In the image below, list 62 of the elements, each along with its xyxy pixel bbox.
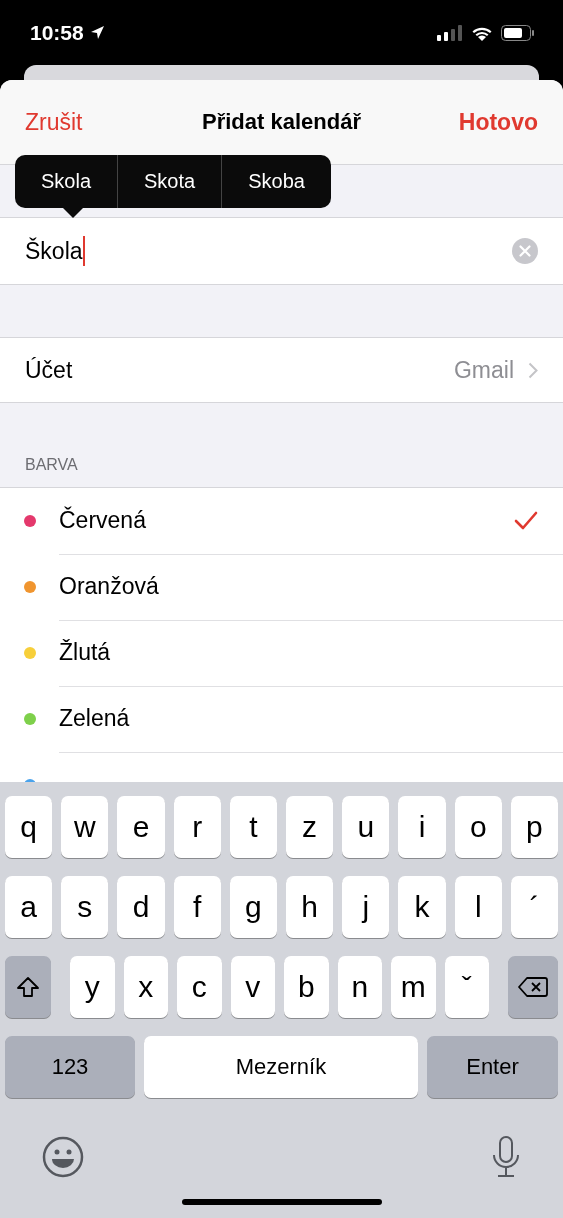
key[interactable]: m bbox=[391, 956, 436, 1018]
key[interactable]: o bbox=[454, 796, 502, 858]
key[interactable]: z bbox=[286, 796, 334, 858]
chevron-icon bbox=[528, 361, 538, 379]
status-time: 10:58 bbox=[30, 20, 84, 45]
signal-icon bbox=[437, 24, 463, 41]
shift-icon bbox=[16, 976, 40, 998]
key[interactable]: ˇ bbox=[444, 956, 489, 1018]
account-value: Gmail bbox=[453, 356, 514, 384]
account-label: Účet bbox=[25, 356, 73, 384]
key[interactable]: p bbox=[510, 796, 559, 858]
done-button[interactable]: Hotovo bbox=[458, 108, 538, 136]
shift-key[interactable] bbox=[5, 956, 51, 1018]
key[interactable]: y bbox=[70, 956, 115, 1018]
location-icon bbox=[89, 25, 105, 40]
key[interactable]: h bbox=[286, 876, 334, 938]
key[interactable]: d bbox=[117, 876, 165, 938]
key[interactable]: x bbox=[123, 956, 168, 1018]
color-row[interactable]: Zelená bbox=[0, 686, 563, 752]
key[interactable]: a bbox=[5, 876, 53, 938]
key[interactable]: f bbox=[173, 876, 221, 938]
key[interactable]: l bbox=[454, 876, 502, 938]
key[interactable]: e bbox=[117, 796, 165, 858]
key[interactable]: i bbox=[398, 796, 446, 858]
numbers-key[interactable]: 123 bbox=[5, 1036, 135, 1098]
section-header: BARVA bbox=[25, 456, 78, 474]
key[interactable]: b bbox=[284, 956, 329, 1018]
suggestion[interactable]: Skoba bbox=[221, 155, 331, 208]
key[interactable]: v bbox=[230, 956, 275, 1018]
color-name[interactable]: Červená bbox=[59, 507, 146, 534]
key[interactable]: u bbox=[342, 796, 390, 858]
key[interactable]: w bbox=[61, 796, 109, 858]
battery-icon bbox=[501, 24, 535, 41]
space-key[interactable]: Mezerník bbox=[144, 1036, 418, 1098]
key[interactable]: n bbox=[337, 956, 382, 1018]
field-value: Škola bbox=[25, 237, 83, 265]
key[interactable]: k bbox=[398, 876, 446, 938]
microphone-icon bbox=[491, 1136, 521, 1178]
color-name[interactable]: Oranžová bbox=[59, 573, 159, 600]
text-cursor bbox=[82, 236, 85, 266]
key[interactable]: t bbox=[229, 796, 277, 858]
cancel-button[interactable]: Zrušit bbox=[25, 108, 83, 136]
color-row[interactable]: Oranžová bbox=[0, 554, 563, 620]
key[interactable]: c bbox=[177, 956, 222, 1018]
enter-key[interactable]: Enter bbox=[427, 1036, 558, 1098]
key[interactable]: ´ bbox=[510, 876, 559, 938]
suggestion[interactable]: Skota bbox=[117, 155, 222, 208]
account-row[interactable]: Účet Gmail bbox=[0, 337, 563, 403]
emoji-icon bbox=[42, 1136, 84, 1178]
key[interactable]: g bbox=[229, 876, 277, 938]
backspace-icon bbox=[518, 976, 548, 998]
color-row[interactable]: Žlutá bbox=[0, 620, 563, 686]
suggestion[interactable]: Skola bbox=[15, 155, 118, 208]
backspace-key[interactable] bbox=[508, 956, 558, 1018]
color-name[interactable]: Žlutá bbox=[59, 639, 111, 666]
key[interactable]: s bbox=[61, 876, 109, 938]
screen-title: Přidat kalendář bbox=[202, 109, 361, 134]
key[interactable]: r bbox=[173, 796, 221, 858]
key[interactable]: q bbox=[5, 796, 53, 858]
color-name[interactable]: Zelená bbox=[59, 705, 130, 732]
name-field[interactable]: Škola bbox=[0, 217, 563, 285]
key[interactable]: j bbox=[342, 876, 390, 938]
